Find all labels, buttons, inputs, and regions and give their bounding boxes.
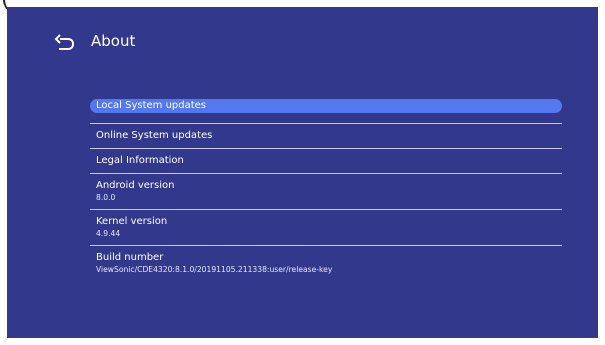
- menu-item-value: 8.0.0: [96, 193, 116, 202]
- menu-item-label: Local System updates: [96, 100, 207, 111]
- menu-item-label: Online System updates: [96, 130, 213, 141]
- menu-item-label: Legal Information: [96, 155, 184, 166]
- menu-item-android-version[interactable]: Android version 8.0.0: [90, 174, 562, 210]
- menu-item-value: 4.9.44: [96, 229, 121, 238]
- back-arrow-icon: [54, 34, 75, 50]
- menu-item-build-number[interactable]: Build number ViewSonic/CDE4320:8.1.0/201…: [90, 246, 562, 282]
- settings-list: Local System updates Online System updat…: [90, 99, 562, 282]
- menu-item-online-system-updates[interactable]: Online System updates: [90, 124, 562, 149]
- menu-item-label: Kernel version: [96, 216, 168, 227]
- menu-item-kernel-version[interactable]: Kernel version 4.9.44: [90, 210, 562, 246]
- header: About: [7, 7, 598, 77]
- about-screen: About Local System updates Online System…: [7, 7, 598, 338]
- menu-item-value: ViewSonic/CDE4320:8.1.0/20191105.211338:…: [96, 265, 333, 274]
- menu-item-legal-information[interactable]: Legal Information: [90, 149, 562, 174]
- menu-item-local-system-updates[interactable]: Local System updates: [90, 99, 562, 124]
- back-button[interactable]: [53, 33, 75, 55]
- menu-item-label: Android version: [96, 180, 175, 191]
- menu-item-label: Build number: [96, 252, 164, 263]
- page-title: About: [91, 32, 136, 50]
